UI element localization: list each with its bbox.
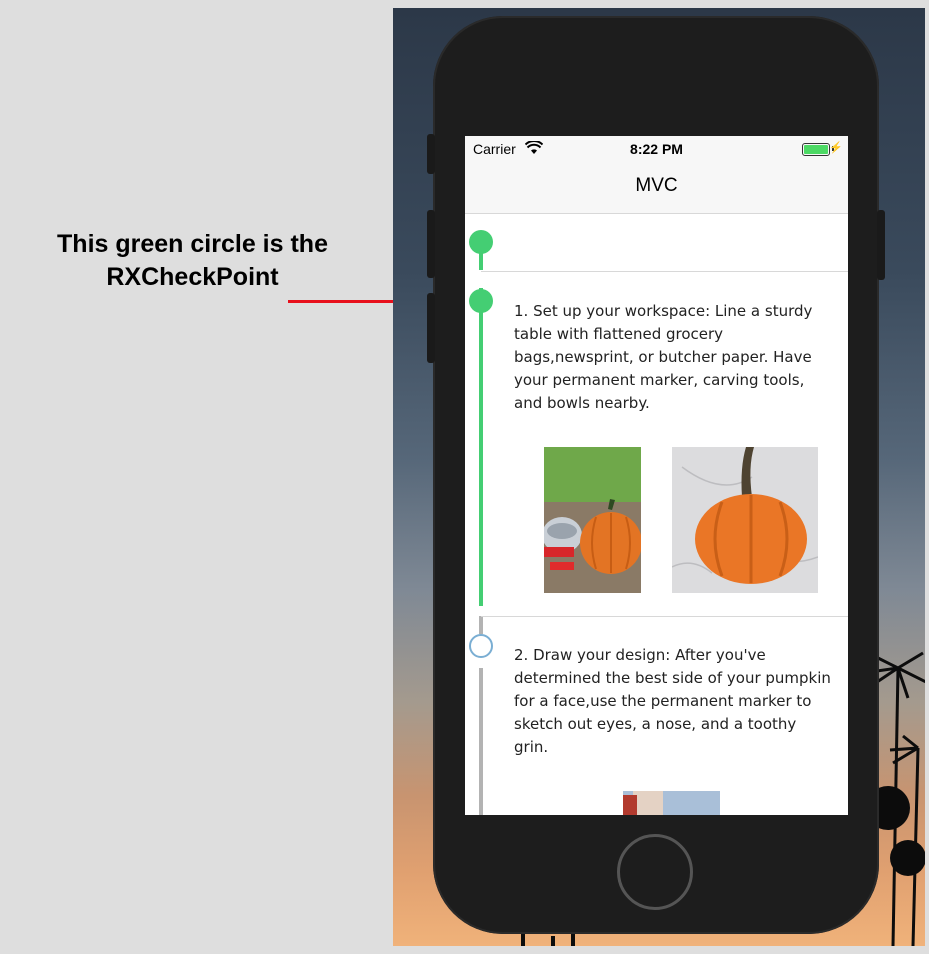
step-2-text: 2. Draw your design: After you've determ… <box>514 646 831 756</box>
rx-checkpoint-step-2[interactable] <box>469 634 493 658</box>
rx-checkpoint-step-1[interactable] <box>469 289 493 313</box>
home-button[interactable] <box>617 834 693 910</box>
navigation-bar: MVC <box>465 162 848 214</box>
step-1-text: 1. Set up your workspace: Line a sturdy … <box>514 302 813 412</box>
battery-icon <box>802 143 830 156</box>
annotation-line-2: RXCheckPoint <box>106 263 279 291</box>
status-time: 8:22 PM <box>630 141 683 157</box>
annotation-label: This green circle is the RXCheckPoint <box>30 228 355 294</box>
volume-down-button <box>427 293 435 363</box>
row-divider <box>481 616 848 617</box>
workspace-photo <box>544 447 641 593</box>
volume-up-button <box>427 210 435 278</box>
app-screen: Carrier 8:22 PM ⚡ MVC 1. Set up your wor… <box>465 136 848 815</box>
mute-switch <box>427 134 435 174</box>
timeline-segment-step-2 <box>479 668 483 815</box>
design-photo <box>623 791 720 815</box>
nav-title: MVC <box>635 175 678 196</box>
timeline-segment-step-1 <box>479 288 483 606</box>
checkpoint-start[interactable] <box>469 230 493 254</box>
power-button <box>877 210 885 280</box>
charging-bolt-icon: ⚡ <box>829 142 843 154</box>
status-bar: Carrier 8:22 PM ⚡ <box>465 136 848 162</box>
timeline-segment-step-2-top <box>479 616 483 634</box>
annotation-line-1: This green circle is the <box>57 230 328 258</box>
pumpkin-photo <box>672 447 818 593</box>
row-divider <box>481 271 848 272</box>
